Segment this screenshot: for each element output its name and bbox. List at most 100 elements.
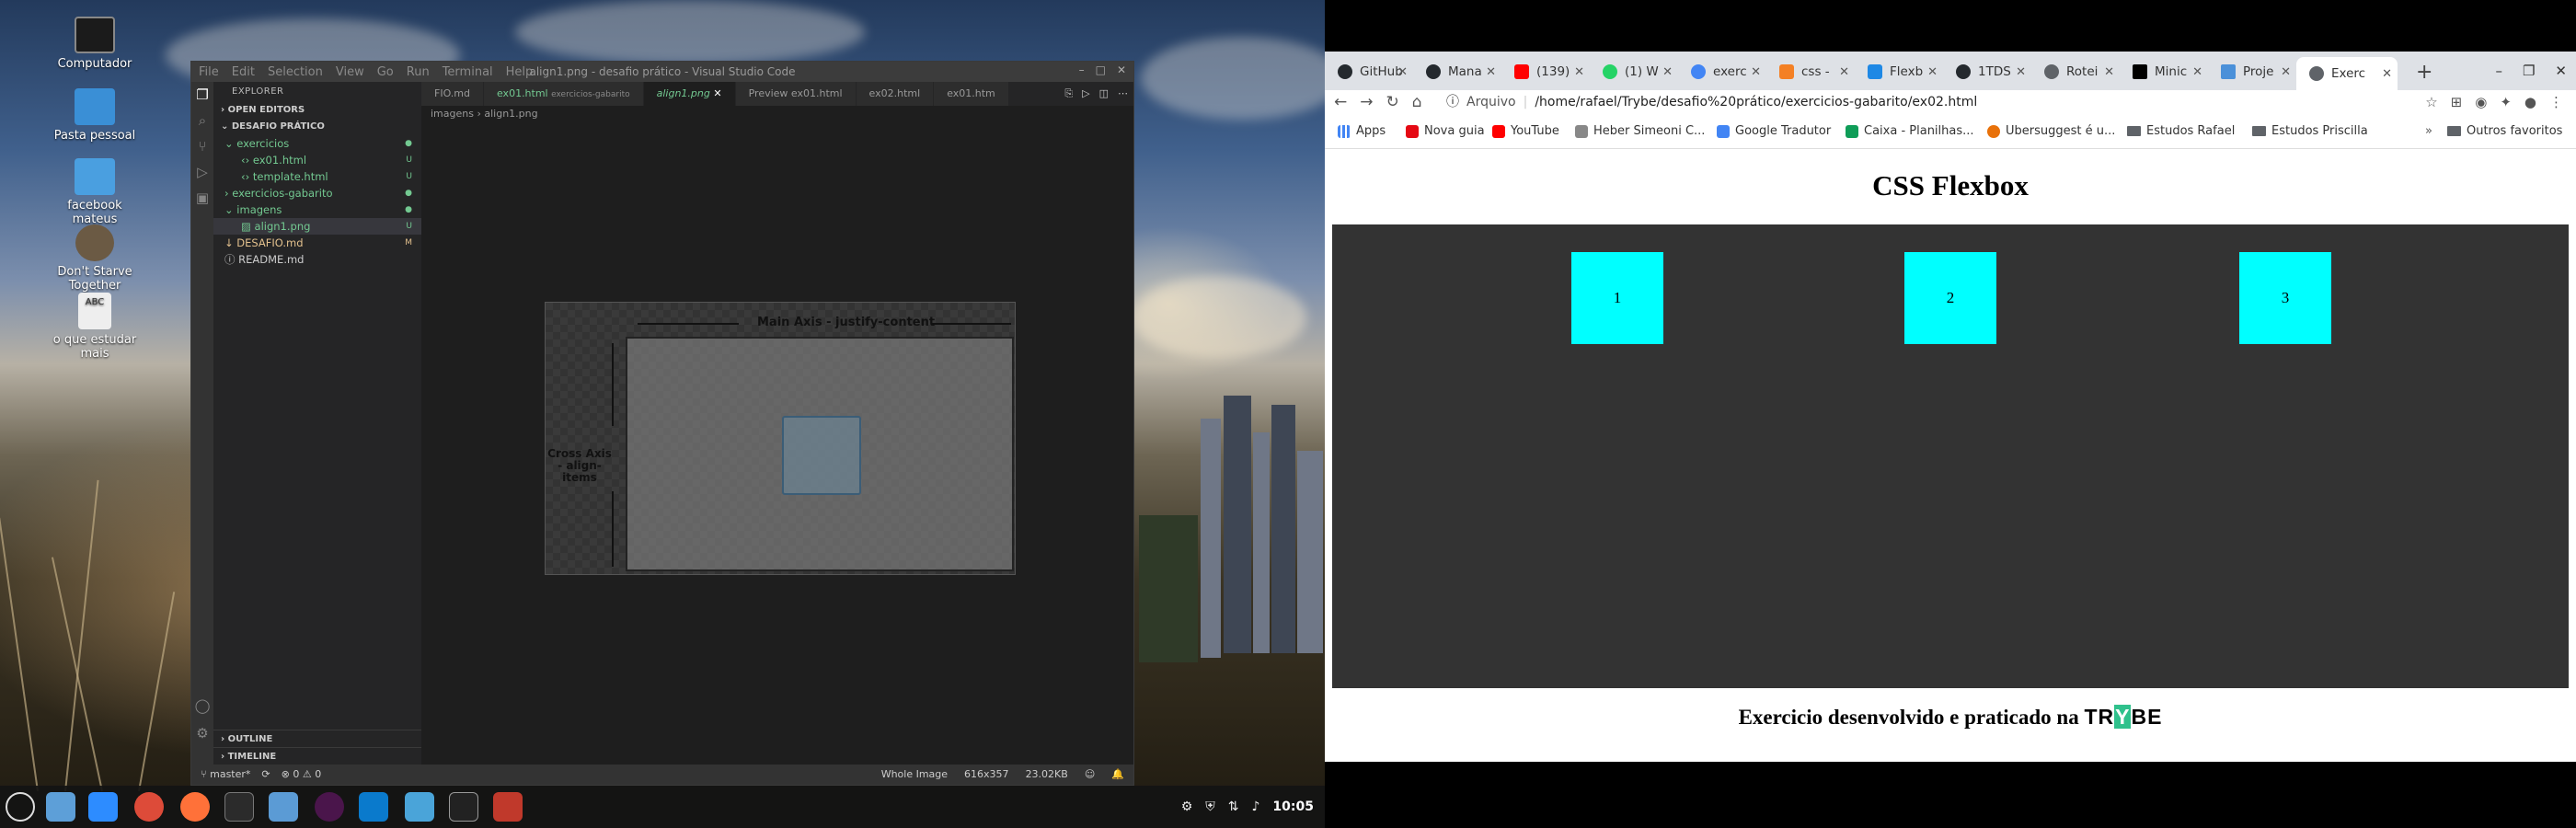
forward-icon[interactable]: → xyxy=(1360,90,1373,114)
sync-icon[interactable]: ⟳ xyxy=(261,765,270,785)
run-icon[interactable]: ▷ xyxy=(1082,82,1089,106)
shield-icon[interactable]: ⛨ xyxy=(1205,799,1215,814)
settings-gear-icon[interactable]: ⚙ xyxy=(191,720,213,746)
extension-icon[interactable]: ◉ xyxy=(2475,90,2487,114)
desktop-icon-facebook-folder[interactable]: facebook mateus xyxy=(44,158,145,226)
firefox-icon[interactable] xyxy=(180,792,210,822)
puzzle-icon[interactable]: ✦ xyxy=(2500,90,2512,114)
browser-tab[interactable]: css - ✕ xyxy=(1766,59,1855,85)
address-url[interactable]: /home/rafael/Trybe/desafio%20prático/exe… xyxy=(1535,90,1977,114)
browser-tab[interactable]: (1) W ✕ xyxy=(1590,59,1678,85)
bookmark-nova-guia[interactable]: Nova guia xyxy=(1406,124,1485,138)
info-icon[interactable]: ⓘ xyxy=(1446,90,1459,114)
close-icon[interactable]: ✕ xyxy=(2192,65,2202,79)
close-icon[interactable]: ✕ xyxy=(2555,63,2567,79)
bookmark-star-icon[interactable]: ☆ xyxy=(2425,90,2437,114)
tab-desafio-md[interactable]: FIO.md xyxy=(421,82,484,106)
show-desktop-icon[interactable] xyxy=(46,792,75,822)
chrome-icon[interactable] xyxy=(134,792,164,822)
chevron-double-icon[interactable]: » xyxy=(2425,124,2432,138)
browser-tab[interactable]: Mana ✕ xyxy=(1413,59,1501,85)
explorer-icon[interactable]: ❐ xyxy=(191,82,213,108)
close-icon[interactable]: ✕ xyxy=(1839,65,1849,79)
bookmark-caixa[interactable]: Caixa - Planilhas... xyxy=(1846,124,1974,138)
desktop-icon-dont-starve[interactable]: Don't Starve Together xyxy=(44,224,145,293)
browser-tab[interactable]: 1TDS ✕ xyxy=(1943,59,2031,85)
extensions-icon[interactable]: ▣ xyxy=(191,185,213,211)
desktop-icon-home-folder[interactable]: Pasta pessoal xyxy=(44,88,145,143)
slack-icon[interactable] xyxy=(315,792,344,822)
timeline-section[interactable]: › TIMELINE xyxy=(213,747,421,765)
files-icon[interactable] xyxy=(269,792,298,822)
close-icon[interactable]: ✕ xyxy=(2016,65,2026,79)
outline-section[interactable]: › OUTLINE xyxy=(213,730,421,747)
profile-avatar[interactable]: ● xyxy=(2524,90,2536,114)
inkscape-icon[interactable] xyxy=(449,792,478,822)
menu-kebab-icon[interactable]: ⋮ xyxy=(2549,90,2563,114)
close-icon[interactable]: ✕ xyxy=(1751,65,1761,79)
desktop-icon-text-file[interactable]: ABC o que estudar mais xyxy=(44,293,145,361)
notifications-icon[interactable]: 🔔 xyxy=(1111,765,1124,785)
minimize-icon[interactable]: – xyxy=(1079,63,1085,76)
browser-tab[interactable]: GitHub ✕ xyxy=(1325,59,1413,85)
zoom-app-icon[interactable] xyxy=(88,792,118,822)
desktop-icon-computer[interactable]: Computador xyxy=(44,17,145,71)
tab-align1-png[interactable]: align1.png ✕ xyxy=(643,82,736,106)
account-icon[interactable]: ◯ xyxy=(191,693,213,719)
problems-indicator[interactable]: ⊗ 0 ⚠ 0 xyxy=(282,765,322,785)
branch-indicator[interactable]: ⑂ master* xyxy=(201,765,250,785)
home-icon[interactable]: ⌂ xyxy=(1412,90,1422,114)
source-control-icon[interactable]: ⑂ xyxy=(191,133,213,159)
bookmark-youtube[interactable]: YouTube xyxy=(1492,124,1559,138)
tree-file-readme[interactable]: ⓘ README.md xyxy=(213,251,421,268)
bookmark-folder-estudos-priscilla[interactable]: Estudos Priscilla xyxy=(2252,124,2368,138)
tab-ex01-gabarito[interactable]: ex01.html exercicios-gabarito xyxy=(483,82,644,106)
breadcrumb-item[interactable]: imagens xyxy=(431,108,474,120)
vscode-icon[interactable] xyxy=(359,792,388,822)
browser-tab[interactable]: Rotei ✕ xyxy=(2031,59,2120,85)
tree-folder-imagens[interactable]: ⌄ imagens ● xyxy=(213,201,421,218)
restore-icon[interactable]: ❐ xyxy=(2523,63,2535,79)
tree-file-template[interactable]: ‹› template.html U xyxy=(213,168,421,185)
split-editor-icon[interactable]: ◫ xyxy=(1099,82,1109,106)
volume-icon[interactable]: ♪ xyxy=(1251,799,1259,814)
close-icon[interactable]: ✕ xyxy=(713,87,721,99)
tree-folder-exercicios[interactable]: ⌄ exercicios ● xyxy=(213,135,421,152)
zoom-indicator[interactable]: Whole Image xyxy=(881,765,948,785)
clock[interactable]: 10:05 xyxy=(1272,799,1314,814)
bookmark-apps[interactable]: Apps xyxy=(1338,124,1386,138)
browser-tab[interactable]: Minic ✕ xyxy=(2120,59,2208,85)
network-icon[interactable]: ⇅ xyxy=(1228,799,1239,814)
run-debug-icon[interactable]: ▷ xyxy=(191,159,213,185)
back-icon[interactable]: ← xyxy=(1334,90,1347,114)
close-icon[interactable]: ✕ xyxy=(1574,65,1584,79)
bookmark-folder-estudos-rafael[interactable]: Estudos Rafael xyxy=(2127,124,2235,138)
steam-icon[interactable]: ⚙ xyxy=(1181,799,1193,814)
browser-tab[interactable]: Flexb ✕ xyxy=(1855,59,1943,85)
more-actions-icon[interactable]: ⋯ xyxy=(1118,82,1128,106)
bookmark-heber[interactable]: Heber Simeoni C... xyxy=(1575,124,1705,138)
workspace-section[interactable]: ⌄ DESAFIO PRÁTICO xyxy=(213,119,421,135)
close-icon[interactable]: ✕ xyxy=(2281,65,2291,79)
search-icon[interactable]: ⌕ xyxy=(191,108,213,133)
feedback-icon[interactable]: ☺ xyxy=(1085,765,1095,785)
reload-icon[interactable]: ↻ xyxy=(1386,90,1399,114)
browser-tab[interactable]: exerc ✕ xyxy=(1678,59,1766,85)
bookmark-ubersuggest[interactable]: Ubersuggest é u... xyxy=(1987,124,2115,138)
breadcrumb-item[interactable]: align1.png xyxy=(484,108,537,120)
compare-icon[interactable]: ⎘ xyxy=(1064,82,1073,106)
close-icon[interactable]: ✕ xyxy=(1117,63,1126,76)
close-icon[interactable]: ✕ xyxy=(2104,65,2114,79)
new-tab-button[interactable]: + xyxy=(2416,61,2432,84)
monitor-app-icon[interactable] xyxy=(405,792,434,822)
bookmark-google-tradutor[interactable]: Google Tradutor xyxy=(1717,124,1831,138)
tree-file-ex01[interactable]: ‹› ex01.html U xyxy=(213,152,421,168)
browser-tab[interactable]: Proje ✕ xyxy=(2208,59,2296,85)
tab-ex02-html[interactable]: ex02.html xyxy=(856,82,935,106)
close-icon[interactable]: ✕ xyxy=(1486,65,1496,79)
minimize-icon[interactable]: – xyxy=(2495,63,2502,79)
tree-folder-exercicios-gabarito[interactable]: › exercicios-gabarito ● xyxy=(213,185,421,201)
close-icon[interactable]: ✕ xyxy=(1662,65,1673,79)
translate-icon[interactable]: ⊞ xyxy=(2451,90,2463,114)
tree-file-align1[interactable]: ▨ align1.png U xyxy=(213,218,421,235)
